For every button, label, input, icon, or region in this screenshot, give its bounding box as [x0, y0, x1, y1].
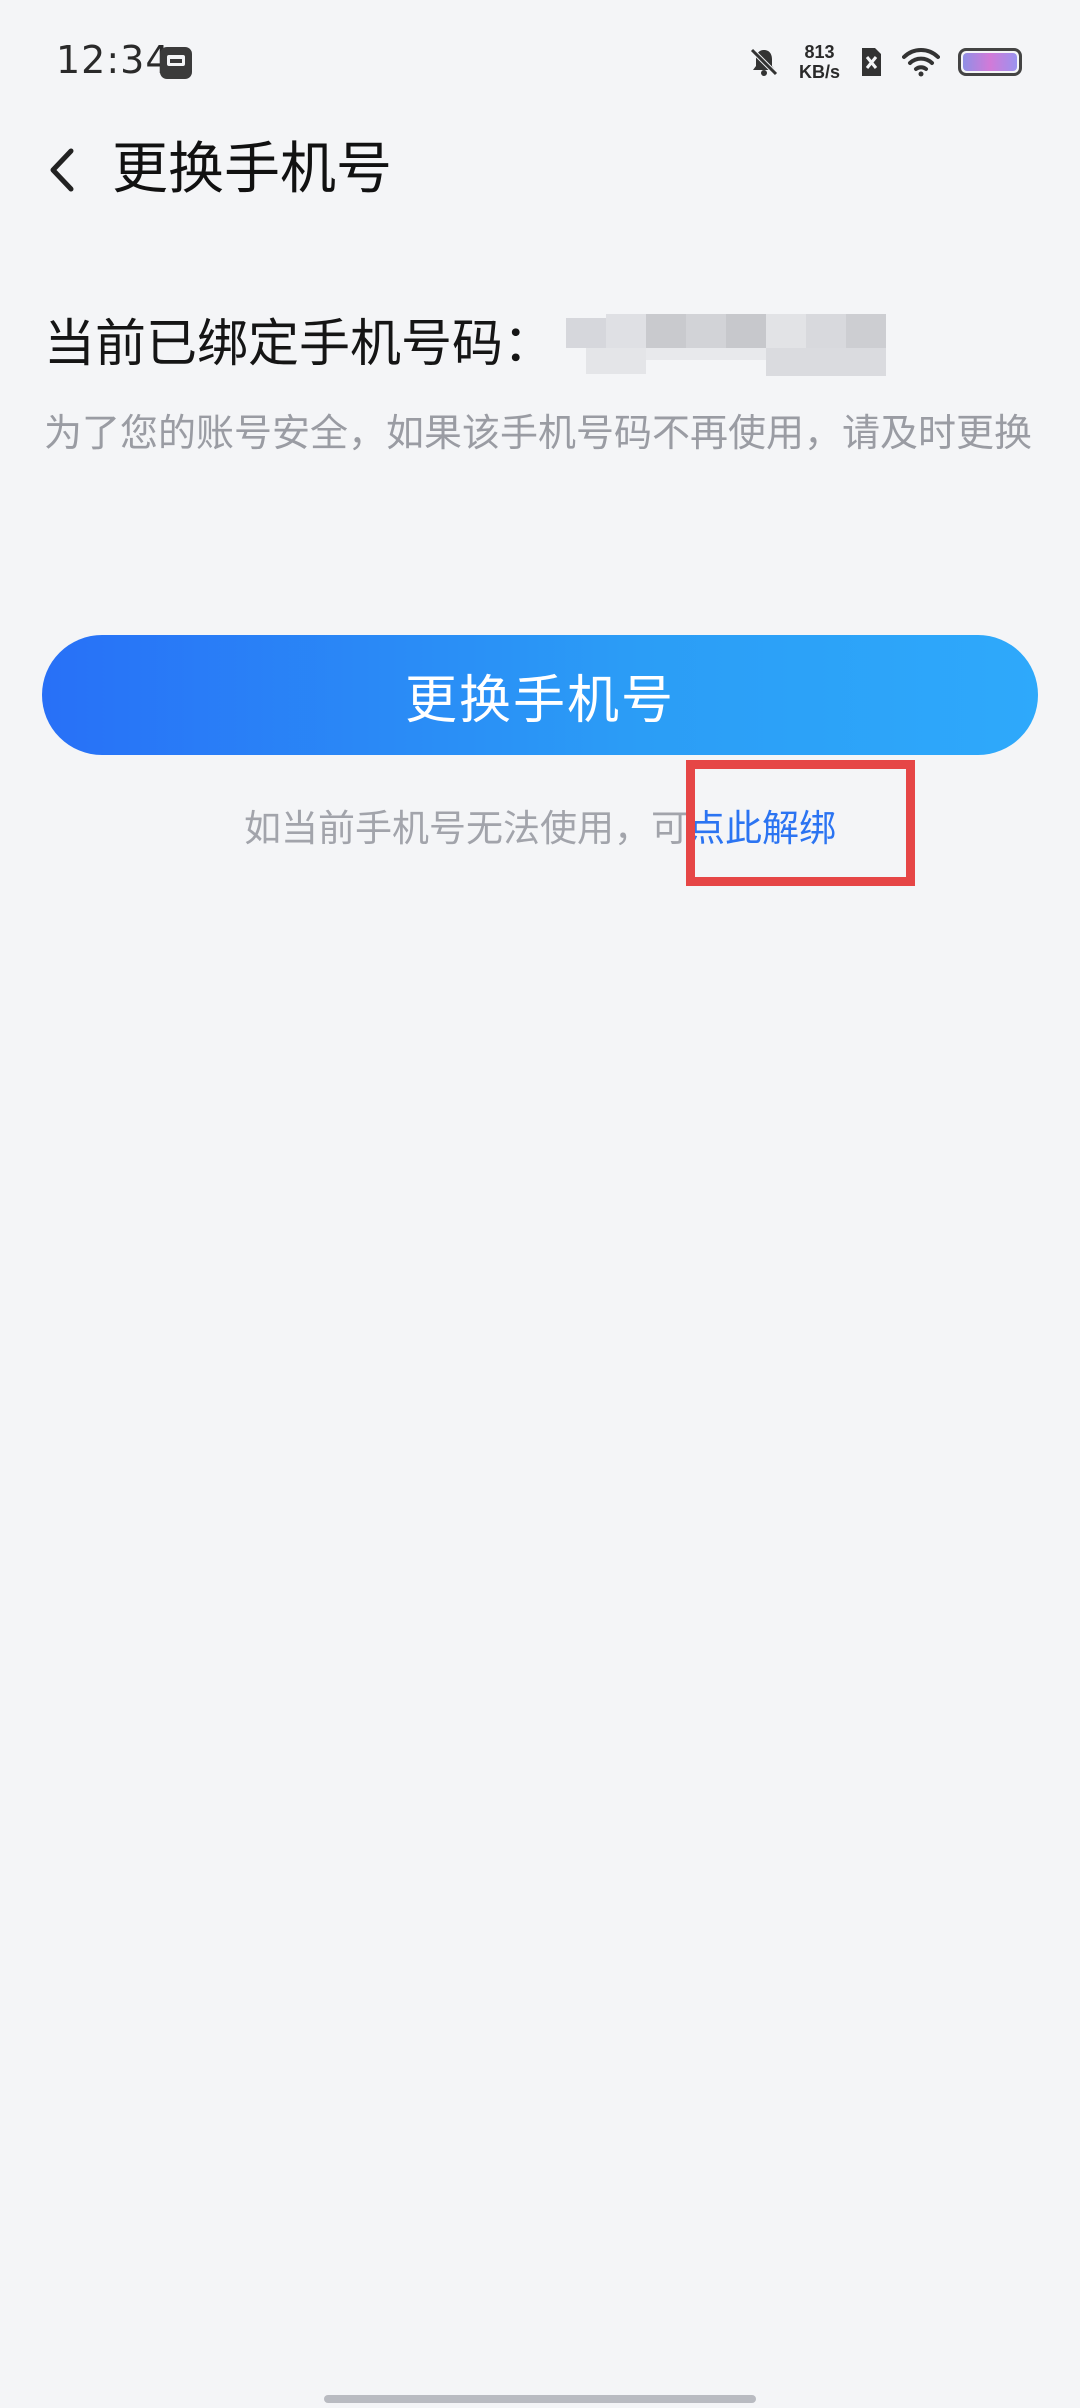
unbind-row: 如当前手机号无法使用，可 点此解绑 — [0, 795, 1080, 855]
home-indicator[interactable] — [324, 2395, 756, 2403]
mosaic-block — [726, 314, 767, 348]
page-title: 更换手机号 — [112, 137, 392, 202]
net-speed-unit: KB/s — [798, 62, 840, 82]
battery-level — [963, 53, 1017, 71]
back-chevron-icon — [50, 148, 74, 192]
mosaic-block — [766, 314, 807, 348]
back-button[interactable] — [30, 137, 96, 203]
mosaic-block — [686, 314, 727, 348]
bound-phone-row: 当前已绑定手机号码： — [44, 305, 887, 385]
net-speed: 813 KB/s — [799, 42, 840, 82]
masked-phone-number — [566, 314, 887, 376]
mosaic-block — [646, 314, 687, 348]
wifi-icon — [902, 47, 940, 77]
mute-bell-icon — [747, 45, 781, 79]
unbind-prefix-text: 如当前手机号无法使用，可 — [244, 807, 688, 850]
mosaic-block — [646, 348, 767, 360]
app-notification-icon — [160, 47, 192, 79]
status-icons: 813 KB/s — [747, 40, 1022, 84]
mosaic-block — [606, 314, 647, 348]
battery-icon — [958, 48, 1022, 76]
highlight-box — [686, 760, 915, 886]
bound-phone-label: 当前已绑定手机号码： — [44, 315, 555, 374]
status-bar: 12:34 813 KB/s — [0, 0, 1080, 125]
mosaic-block — [586, 348, 647, 374]
mosaic-block — [766, 348, 887, 376]
mosaic-block — [846, 314, 887, 348]
mosaic-block — [806, 314, 847, 348]
change-phone-button[interactable]: 更换手机号 — [42, 635, 1038, 755]
header: 更换手机号 — [0, 125, 1080, 215]
mosaic-block — [566, 318, 607, 348]
security-hint-text: 为了您的账号安全，如果该手机号码不再使用，请及时更换 — [44, 411, 1033, 455]
net-speed-value: 813 — [804, 42, 835, 62]
no-sim-icon — [858, 46, 884, 78]
screen: 12:34 813 KB/s 更换手机号 当前已绑定手机号码： 为了您的账号安全… — [0, 0, 1080, 2408]
status-time: 12:34 — [56, 38, 171, 82]
